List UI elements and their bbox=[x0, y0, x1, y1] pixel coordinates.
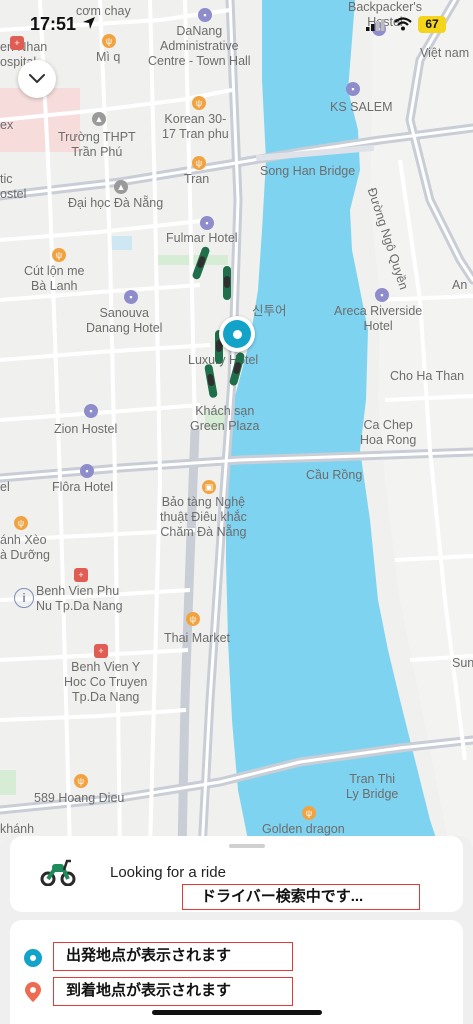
map-label: Korean 30- 17 Tran phu bbox=[162, 112, 229, 141]
map-label: khánh bbox=[0, 822, 35, 836]
map-label: Song Han Bridge bbox=[260, 164, 356, 178]
map-label: ex bbox=[0, 118, 14, 132]
map-label: Thai Market bbox=[164, 631, 230, 645]
searching-driver-note: ドライバー検索中です... bbox=[182, 884, 420, 910]
hospital-pin-icon[interactable]: + bbox=[94, 644, 108, 658]
map-label: tic ostel bbox=[0, 172, 27, 201]
map-label: 신투어 bbox=[252, 304, 287, 318]
hotel-pin-icon[interactable]: ▪ bbox=[375, 288, 389, 302]
destination-note[interactable]: 到着地点が表示されます bbox=[53, 977, 293, 1006]
map-label: ánh Xèo à Dưỡng bbox=[0, 533, 50, 562]
map-view[interactable]: cơm chay en Nhan ospital Mì q DaNang Adm… bbox=[0, 0, 473, 850]
signal-icon bbox=[366, 19, 385, 31]
hotel-pin-icon[interactable]: ▪ bbox=[200, 216, 214, 230]
sheet-grabber[interactable] bbox=[229, 844, 265, 848]
driver-bike-icon bbox=[223, 266, 231, 300]
destination-pin-icon bbox=[25, 982, 41, 1002]
hotel-pin-icon[interactable]: ▪ bbox=[346, 82, 360, 96]
restaurant-pin-icon[interactable]: ψ bbox=[52, 248, 66, 262]
restaurant-pin-icon[interactable]: ψ bbox=[192, 156, 206, 170]
map-label: Fulmar Hotel bbox=[166, 231, 238, 245]
status-bar: 17:51 67 bbox=[0, 0, 473, 50]
map-label: Tran bbox=[184, 172, 210, 186]
school-pin-icon[interactable]: ▲ bbox=[114, 180, 128, 194]
route-card[interactable]: 出発地点が表示されます 到着地点が表示されます bbox=[10, 920, 463, 1024]
map-label: KS SALEM bbox=[330, 100, 393, 114]
school-pin-icon[interactable]: ▲ bbox=[92, 112, 106, 126]
map-label: Ca Chep Hoa Rong bbox=[360, 418, 417, 447]
map-label: Cút lộn me Bà Lanh bbox=[24, 264, 85, 293]
map-label: Cho Ha Than bbox=[390, 369, 465, 383]
status-time: 17:51 bbox=[30, 14, 77, 34]
wifi-icon bbox=[394, 17, 412, 31]
home-indicator[interactable] bbox=[152, 1010, 322, 1015]
restaurant-pin-icon[interactable]: ψ bbox=[14, 516, 28, 530]
map-label: Mì q bbox=[96, 50, 121, 64]
restaurant-pin-icon[interactable]: ψ bbox=[186, 612, 200, 626]
hotel-pin-icon[interactable]: ▪ bbox=[80, 464, 94, 478]
restaurant-pin-icon[interactable]: ψ bbox=[192, 96, 206, 110]
hotel-pin-icon[interactable]: ▪ bbox=[84, 404, 98, 418]
map-label: Areca Riverside Hotel bbox=[334, 304, 423, 333]
info-pin-icon[interactable]: i bbox=[14, 588, 34, 608]
battery-indicator: 67 bbox=[418, 16, 446, 33]
ride-status-sheet[interactable]: Looking for a ride ドライバー検索中です... 出発地点が表示… bbox=[0, 836, 473, 1024]
map-label: An bbox=[452, 278, 468, 292]
map-label: Đại học Đà Nẵng bbox=[68, 196, 164, 210]
map-label: Golden dragon bbox=[262, 822, 345, 836]
map-label: el bbox=[0, 480, 10, 494]
map-label: Benh Vien Y Hoc Co Truyen Tp.Da Nang bbox=[64, 660, 148, 704]
restaurant-pin-icon[interactable]: ψ bbox=[74, 774, 88, 788]
origin-note[interactable]: 出発地点が表示されます bbox=[53, 942, 293, 971]
map-label: 589 Hoang Dieu bbox=[34, 791, 125, 805]
location-arrow-icon bbox=[83, 17, 95, 29]
map-label: Benh Vien Phu Nu Tp.Da Nang bbox=[36, 584, 123, 613]
map-label: Khách sạn Green Plaza bbox=[190, 404, 260, 433]
collapse-button[interactable] bbox=[18, 60, 56, 98]
hotel-pin-icon[interactable]: ▪ bbox=[124, 290, 138, 304]
origin-dot-icon bbox=[24, 949, 42, 967]
chevron-down-icon bbox=[29, 74, 45, 83]
map-label: Zion Hostel bbox=[54, 422, 118, 436]
hospital-pin-icon[interactable]: + bbox=[74, 568, 88, 582]
restaurant-pin-icon[interactable]: ψ bbox=[302, 806, 316, 820]
looking-for-ride-text: Looking for a ride bbox=[110, 864, 226, 881]
motorbike-icon bbox=[40, 859, 76, 886]
current-location-marker bbox=[219, 316, 255, 352]
museum-pin-icon[interactable]: ▣ bbox=[202, 480, 216, 494]
map-label: Cầu Rồng bbox=[306, 468, 363, 482]
map-label: Tran Thi Ly Bridge bbox=[346, 772, 399, 801]
ride-search-card: Looking for a ride ドライバー検索中です... bbox=[10, 836, 463, 912]
map-label: Trường THPT Trần Phú bbox=[58, 130, 136, 159]
map-label: Flôra Hotel bbox=[52, 480, 114, 494]
map-label: Sun bbox=[452, 656, 473, 670]
map-label: Bảo tàng Nghệ thuật Điêu khắc Chăm Đà Nẵ… bbox=[160, 495, 247, 539]
map-label: Sanouva Danang Hotel bbox=[86, 306, 163, 335]
